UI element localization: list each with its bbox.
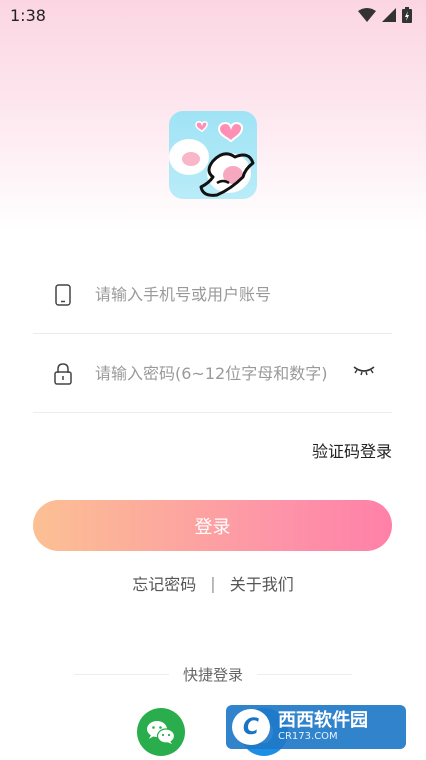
- forgot-password-link[interactable]: 忘记密码: [132, 571, 196, 595]
- sms-login-link[interactable]: 验证码登录: [312, 438, 392, 462]
- watermark-logo: C: [232, 709, 270, 745]
- phone-field[interactable]: [33, 256, 392, 334]
- app-logo: [169, 111, 257, 199]
- site-watermark: C 西西软件园 CR173.COM: [226, 705, 406, 749]
- divider-line-left: [73, 674, 169, 675]
- auxiliary-links: 忘记密码 | 关于我们: [0, 571, 426, 595]
- link-separator: |: [210, 573, 216, 593]
- eye-closed-icon[interactable]: [352, 363, 376, 382]
- watermark-main-text: 西西软件园: [278, 710, 368, 731]
- status-time: 1:38: [10, 5, 46, 25]
- divider-line-right: [257, 674, 352, 675]
- quick-login-label: 快捷登录: [182, 666, 243, 684]
- wechat-login-button[interactable]: [137, 708, 185, 756]
- status-bar: 1:38: [0, 0, 426, 30]
- login-button[interactable]: 登录: [33, 500, 392, 551]
- smartphone-icon: [48, 283, 78, 306]
- wifi-icon: [358, 8, 376, 22]
- password-field[interactable]: [33, 335, 392, 413]
- quick-login-divider: 快捷登录: [0, 664, 426, 685]
- about-us-link[interactable]: 关于我们: [230, 571, 294, 595]
- phone-input[interactable]: [93, 284, 347, 305]
- lock-icon: [48, 362, 78, 385]
- watermark-sub-text: CR173.COM: [278, 731, 338, 742]
- wechat-icon: [147, 721, 176, 744]
- password-input[interactable]: [93, 363, 357, 384]
- signal-icon: [382, 8, 396, 22]
- status-icons: [358, 7, 412, 23]
- battery-icon: [402, 7, 412, 23]
